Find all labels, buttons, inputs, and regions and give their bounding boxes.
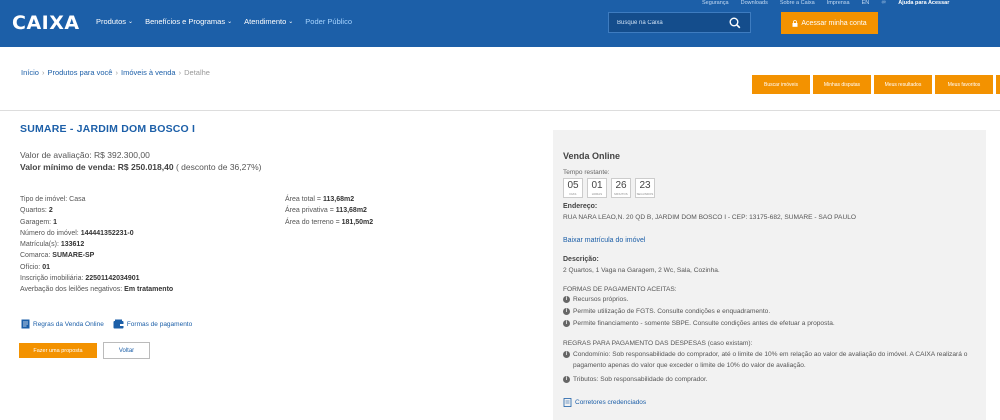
formas-pagamento-link[interactable]: Formas de pagamento (113, 319, 192, 329)
detail-row: Comarca: SUMARE-SP (20, 252, 95, 260)
property-details-left: Tipo de imóvel: Casa Quartos: 2 Garagem:… (20, 194, 173, 296)
breadcrumb-separator: › (115, 68, 118, 77)
util-language[interactable]: EN (862, 0, 870, 6)
lock-icon (792, 19, 798, 27)
meus-resultados-button[interactable]: Meus resultados (874, 75, 932, 94)
extra-button[interactable] (996, 75, 1000, 94)
property-details-right: Área total = 113,68m2 Área privativa = 1… (285, 194, 373, 228)
info-icon: i (563, 320, 570, 327)
valor-minimo-label: Valor mínimo de venda: (20, 162, 116, 172)
minhas-disputas-button[interactable]: Minhas disputas (813, 75, 871, 94)
valor-avaliacao: Valor de avaliação: R$ 392.300,00 (20, 150, 150, 160)
desconto: ( desconto de 36,27%) (175, 162, 262, 172)
caixa-logo[interactable]: CAIXA (12, 12, 80, 34)
endereco-value: RUA NARA LEAO,N. 20 QD B, JARDIM DOM BOS… (563, 214, 857, 221)
descricao-value: 2 Quartos, 1 Vaga na Garagem, 2 Wc, Sala… (563, 267, 720, 274)
breadcrumb-imoveis[interactable]: Imóveis à venda (121, 68, 176, 77)
detail-row: Averbação dos leilões negativos: Em trat… (20, 286, 174, 294)
logo-text: CAIXA (12, 12, 80, 34)
info-icon: i (563, 308, 570, 315)
baixar-matricula-link[interactable]: Baixar matrícula do imóvel (563, 237, 645, 244)
regras-despesas-title: REGRAS PARA PAGAMENTO DAS DESPESAS (caso… (563, 340, 753, 347)
valor-minimo-value: R$ 250.018,40 (117, 162, 174, 172)
detail-row: Tipo de imóvel: Casa (20, 196, 86, 203)
search-icon[interactable] (728, 16, 742, 30)
utility-nav: Segurança Downloads Sobre a Caixa Impren… (702, 0, 961, 6)
area-row: Área total = 113,68m2 (285, 196, 355, 203)
nav-atendimento[interactable]: Atendimento ⌄ (244, 17, 293, 26)
detail-row: Garagem: 1 (20, 218, 57, 226)
util-ajuda[interactable]: Ajuda para Acessar (898, 0, 949, 6)
formas-pagamento-title: FORMAS DE PAGAMENTO ACEITAS: (563, 286, 677, 293)
wallet-icon (113, 319, 124, 329)
fazer-proposta-button[interactable]: Fazer uma proposta (19, 343, 97, 358)
document-icon (563, 398, 572, 407)
buscar-imoveis-button[interactable]: Buscar imóveis (752, 75, 810, 94)
venda-online-panel: Venda Online Tempo restante: 05 DIAS 01 HO… (553, 130, 986, 420)
countdown-days: 05 DIAS (563, 178, 583, 198)
property-title: SUMARE - JARDIM DOM BOSCO I (20, 123, 196, 135)
detail-row: Inscrição imobiliária: 22501142034901 (20, 275, 140, 283)
util-downloads[interactable]: Downloads (741, 0, 768, 6)
chevron-down-icon: ⌄ (128, 19, 134, 25)
regras-venda-link[interactable]: Regras da Venda Online (21, 319, 104, 329)
nav-poder-publico[interactable]: Poder Público (305, 17, 352, 26)
breadcrumb-separator: › (178, 68, 182, 77)
util-seguranca[interactable]: Segurança (702, 0, 729, 6)
breadcrumb: Início › Produtos para você › Imóveis à … (21, 68, 210, 77)
breadcrumb-separator: › (41, 68, 45, 77)
detail-row: Matrícula(s): 133612 (20, 241, 85, 249)
util-imprensa[interactable]: Imprensa (827, 0, 850, 6)
countdown-seconds: 23 SEGUNDOS (635, 178, 655, 198)
breadcrumb-produtos[interactable]: Produtos para você (47, 68, 112, 77)
main-nav: Produtos ⌄ Benefícios e Programas ⌄ Atendi… (96, 17, 364, 26)
panel-title: Venda Online (563, 151, 621, 161)
meus-favoritos-button[interactable]: Meus favoritos (935, 75, 993, 94)
chevron-down-icon: ⌄ (227, 19, 233, 25)
nav-produtos[interactable]: Produtos ⌄ (96, 17, 133, 26)
breadcrumb-current: Detalhe (184, 68, 210, 77)
regra-item: i Tributos: Sob responsabilidade do compr… (563, 374, 978, 385)
tempo-restante-label: Tempo restante: (563, 169, 610, 176)
regra-item: i Condomínio: Sob responsabilidade do com… (563, 349, 978, 371)
countdown-hours: 01 HORAS (587, 178, 607, 198)
property-links: Regras da Venda Online Formas de pagamen… (21, 319, 201, 329)
access-account-button[interactable]: Acessar minha conta (781, 12, 878, 34)
top-header: CAIXA Produtos ⌄ Benefícios e Programas ⌄ … (0, 0, 1000, 47)
chevron-down-icon: ⌄ (288, 19, 294, 25)
accessibility-icon[interactable]: ♾ (881, 0, 886, 6)
divider (0, 110, 1000, 111)
info-icon: i (563, 376, 570, 383)
search-box (608, 12, 751, 33)
voltar-button[interactable]: Voltar (103, 342, 150, 359)
detail-row: Quartos: 2 (20, 207, 53, 215)
forma-item: i Recursos próprios. (563, 294, 978, 305)
descricao-label: Descrição: (563, 256, 599, 263)
countdown-minutes: 26 MINUTOS (611, 178, 631, 198)
access-label: Acessar minha conta (801, 19, 867, 27)
forma-item: i Permite financiamento - somente SBPE. C… (563, 318, 978, 329)
area-row: Área privativa = 113,68m2 (285, 207, 367, 215)
endereco-label: Endereço: (563, 203, 598, 210)
nav-beneficios[interactable]: Benefícios e Programas ⌄ (145, 17, 232, 26)
info-icon: i (563, 351, 570, 358)
detail-row: Número do imóvel: 144441352231-0 (20, 229, 134, 237)
area-row: Área do terreno = 181,50m2 (285, 218, 374, 226)
valor-minimo: Valor mínimo de venda: R$ 250.018,40 ( d… (20, 162, 261, 172)
util-sobre[interactable]: Sobre a Caixa (780, 0, 815, 6)
search-input[interactable] (609, 19, 729, 26)
detail-row: Ofício: 01 (20, 263, 50, 271)
info-icon: i (563, 296, 570, 303)
document-icon (21, 319, 30, 329)
forma-item: i Permite utilização de FGTS. Consulte co… (563, 306, 978, 317)
quick-actions: Buscar imóveis Minhas disputas Meus resu… (752, 75, 1000, 94)
countdown-timer: 05 DIAS 01 HORAS 26 MINUTOS 23 SEGUNDOS (563, 178, 655, 198)
corretores-link[interactable]: Corretores credenciados (563, 398, 646, 407)
breadcrumb-inicio[interactable]: Início (21, 68, 39, 77)
